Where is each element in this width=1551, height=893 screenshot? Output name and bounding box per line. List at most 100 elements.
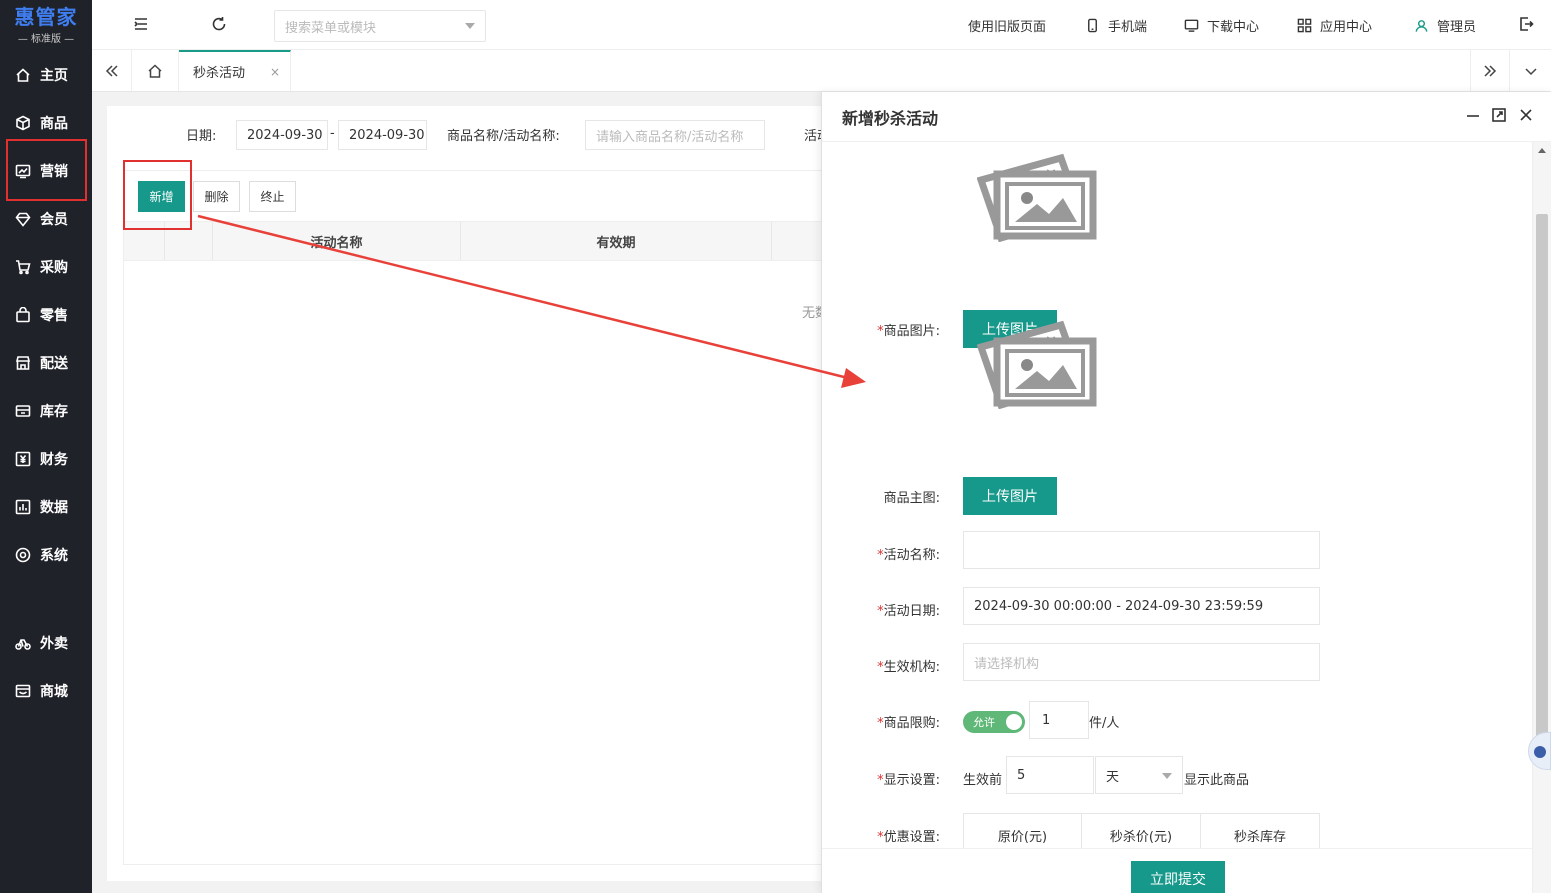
column-valid-period: 有效期 xyxy=(461,222,772,260)
limit-quantity-input[interactable]: 1 xyxy=(1029,701,1089,739)
seckill-price-header: 秒杀价(元) xyxy=(1082,814,1201,848)
logo[interactable]: 惠管家 — 标准版 — xyxy=(0,0,92,50)
discount-table: 原价(元) 秒杀价(元) 秒杀库存 xyxy=(963,813,1320,848)
diamond-icon xyxy=(14,210,32,228)
limit-label: *商品限购: xyxy=(877,716,940,731)
org-select[interactable]: 请选择机构 xyxy=(963,643,1320,681)
display-unit-value: 天 xyxy=(1106,769,1120,785)
menu-toggle-icon[interactable] xyxy=(133,16,151,34)
double-chevron-right-icon xyxy=(1484,64,1497,77)
refresh-icon[interactable] xyxy=(211,16,229,34)
limit-toggle[interactable]: 允许 xyxy=(963,711,1025,733)
user-menu[interactable]: 管理员 xyxy=(1414,0,1476,50)
table-body: 无数 xyxy=(123,261,837,865)
tabbar: 秒杀活动 × xyxy=(92,50,1551,92)
monitor-icon xyxy=(1184,19,1199,32)
activity-name-input[interactable] xyxy=(963,531,1320,569)
date-start-input[interactable]: 2024-09-30 xyxy=(236,120,328,150)
name-filter-label: 商品名称/活动名称: xyxy=(447,129,560,144)
sidebar-item-label: 配送 xyxy=(40,356,68,372)
modal-title: 新增秒杀活动 xyxy=(842,108,939,128)
column-activity-name: 活动名称 xyxy=(213,222,461,260)
tab-scroll-right[interactable] xyxy=(1470,50,1510,91)
activity-date-label: *活动日期: xyxy=(877,604,940,619)
sidebar-item-finance[interactable]: 财务 xyxy=(0,435,92,483)
toolbar: 新增 删除 终止 xyxy=(123,170,837,222)
sidebar-item-mall[interactable]: 商城 xyxy=(0,667,92,715)
name-filter-input[interactable]: 请输入商品名称/活动名称 xyxy=(585,120,765,150)
display-label: *显示设置: xyxy=(877,773,940,788)
sidebar-item-home[interactable]: 主页 xyxy=(0,51,92,99)
product-image-label-text: 商品图片: xyxy=(883,324,940,339)
sidebar-item-delivery[interactable]: 配送 xyxy=(0,339,92,387)
scroll-thumb[interactable] xyxy=(1536,214,1548,744)
marketing-highlight-box xyxy=(6,139,87,201)
menu-search-select[interactable]: 搜索菜单或模块 xyxy=(274,10,486,42)
tab-scroll-left[interactable] xyxy=(92,50,132,91)
double-chevron-left-icon xyxy=(105,64,118,77)
original-price-header: 原价(元) xyxy=(964,814,1082,848)
sidebar-item-members[interactable]: 会员 xyxy=(0,195,92,243)
sidebar-item-retail[interactable]: 零售 xyxy=(0,291,92,339)
date-label: 日期: xyxy=(186,129,217,144)
mobile-link[interactable]: 手机端 xyxy=(1085,0,1147,50)
sidebar-item-purchase[interactable]: 采购 xyxy=(0,243,92,291)
maximize-icon[interactable] xyxy=(1492,108,1508,124)
activity-date-input[interactable]: 2024-09-30 00:00:00 - 2024-09-30 23:59:5… xyxy=(963,587,1320,625)
display-days-input[interactable]: 5 xyxy=(1006,756,1094,794)
sidebar-item-inventory[interactable]: 库存 xyxy=(0,387,92,435)
tab-home[interactable] xyxy=(132,50,179,91)
sidebar-item-label: 外卖 xyxy=(40,636,68,652)
mobile-label: 手机端 xyxy=(1108,19,1148,35)
bike-icon xyxy=(14,634,32,652)
upload-main-image-button[interactable]: 上传图片 xyxy=(963,477,1057,515)
activity-name-label: *活动名称: xyxy=(877,548,940,563)
sidebar-item-data[interactable]: 数据 xyxy=(0,483,92,531)
main-image-placeholder-icon xyxy=(977,320,1097,409)
logo-subtitle: — 标准版 — xyxy=(17,33,75,45)
old-page-link[interactable]: 使用旧版页面 xyxy=(968,0,1046,50)
date-separator: - xyxy=(330,126,335,141)
toggle-knob xyxy=(1006,714,1022,730)
sidebar-item-takeout[interactable]: 外卖 xyxy=(0,619,92,667)
modal-scrollbar[interactable] xyxy=(1532,142,1551,893)
delete-button[interactable]: 删除 xyxy=(193,181,240,212)
user-avatar-icon xyxy=(1415,19,1428,32)
close-icon[interactable] xyxy=(1519,108,1535,124)
product-image-placeholder-icon xyxy=(977,153,1097,242)
bar-chart-icon xyxy=(14,498,32,516)
apps-label: 应用中心 xyxy=(1320,19,1373,35)
sidebar-item-label: 采购 xyxy=(40,260,68,276)
app-center-link[interactable]: 应用中心 xyxy=(1297,0,1372,50)
stop-button[interactable]: 终止 xyxy=(249,181,296,212)
sidebar-item-label: 零售 xyxy=(40,308,68,324)
scroll-up-icon[interactable] xyxy=(1538,148,1546,153)
sidebar-item-label: 库存 xyxy=(40,404,68,420)
limit-unit: 件/人 xyxy=(1089,716,1120,731)
cart-icon xyxy=(14,258,32,276)
shop-icon xyxy=(14,682,32,700)
yuan-icon xyxy=(14,450,32,468)
activity-date-label-text: 活动日期: xyxy=(883,604,940,619)
sidebar: 惠管家 — 标准版 — 主页 商品 营销 会员 采购 零售 配送 库存 财务 数… xyxy=(0,0,92,893)
display-unit-select[interactable]: 天 xyxy=(1095,756,1183,794)
close-icon[interactable]: × xyxy=(270,65,280,79)
modal-footer: 立即提交 xyxy=(822,848,1532,893)
org-label: *生效机构: xyxy=(877,660,940,675)
submit-button[interactable]: 立即提交 xyxy=(1131,861,1225,893)
date-end-input[interactable]: 2024-09-30 xyxy=(338,120,427,150)
sidebar-item-label: 主页 xyxy=(40,68,68,84)
logout-icon[interactable] xyxy=(1518,16,1536,34)
download-center-link[interactable]: 下载中心 xyxy=(1184,0,1259,50)
modal-form: *商品图片: 上传图片 商品主图: 上传图片 *活动名称: *活动日期: 202… xyxy=(822,142,1532,848)
sidebar-item-system[interactable]: 系统 xyxy=(0,531,92,579)
limit-label-text: 商品限购: xyxy=(883,716,940,731)
sidebar-item-label: 财务 xyxy=(40,452,68,468)
org-label-text: 生效机构: xyxy=(883,660,940,675)
minimize-icon[interactable] xyxy=(1466,108,1482,124)
home-icon xyxy=(148,63,162,78)
store-icon xyxy=(14,354,32,372)
display-label-text: 显示设置: xyxy=(883,773,940,788)
tab-seckill-activity[interactable]: 秒杀活动 × xyxy=(179,50,291,91)
tab-dropdown[interactable] xyxy=(1510,50,1551,91)
